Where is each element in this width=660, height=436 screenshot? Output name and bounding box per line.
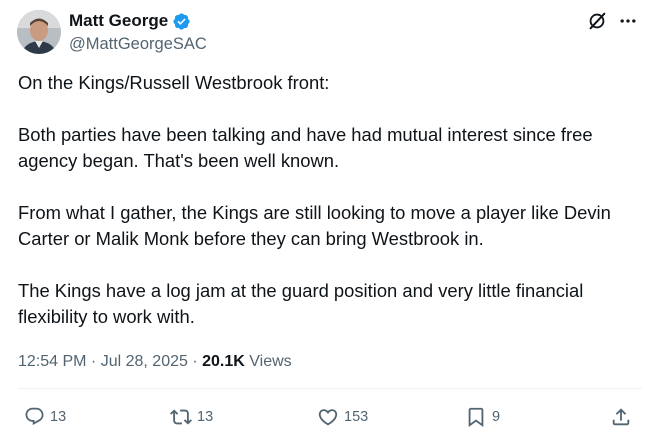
tweet-paragraph: On the Kings/Russell Westbrook front: [18, 72, 330, 93]
views-count[interactable]: 20.1K [202, 353, 245, 370]
tweet-paragraph: Both parties have been talking and have … [18, 124, 593, 171]
author-handle[interactable]: @MattGeorgeSAC [69, 34, 207, 54]
grok-icon[interactable] [586, 10, 608, 37]
share-icon [610, 406, 632, 428]
author-display-name[interactable]: Matt George [69, 11, 168, 31]
views-label: Views [244, 353, 292, 370]
like-count: 153 [344, 409, 369, 425]
meta-separator: · [187, 353, 203, 370]
reply-count: 13 [50, 408, 67, 425]
action-bar: 13 13 153 9 [0, 400, 660, 436]
tweet-meta: 12:54 PM · Jul 28, 2025 · 20.1K Views [18, 352, 292, 372]
bookmark-count: 9 [492, 409, 501, 425]
tweet-text: On the Kings/Russell Westbrook front: Bo… [18, 70, 638, 356]
tweet-date[interactable]: Jul 28, 2025 [101, 353, 188, 370]
repost-icon [170, 406, 192, 428]
reply-button[interactable]: 13 [24, 406, 66, 427]
repost-button[interactable]: 13 [170, 406, 213, 428]
like-icon [317, 406, 339, 428]
verified-badge-icon [172, 12, 191, 31]
share-button[interactable] [610, 406, 632, 428]
bookmark-icon [465, 406, 487, 428]
profile-photo-icon [17, 10, 61, 54]
author-name-row: Matt George [69, 11, 191, 31]
tweet-time[interactable]: 12:54 PM [18, 353, 86, 370]
tweet-paragraph: From what I gather, the Kings are still … [18, 202, 611, 249]
divider [18, 388, 642, 389]
tweet-card: Matt George @MattGeorgeSAC On the Kings/… [0, 0, 660, 436]
tweet-paragraph: The Kings have a log jam at the guard po… [18, 280, 584, 327]
meta-separator: · [86, 353, 101, 370]
bookmark-button[interactable]: 9 [465, 406, 500, 428]
repost-count: 13 [197, 409, 214, 425]
like-button[interactable]: 153 [317, 406, 368, 428]
reply-icon [24, 406, 45, 427]
avatar[interactable] [17, 10, 61, 54]
top-right-actions [586, 10, 638, 37]
more-icon[interactable] [618, 11, 638, 36]
